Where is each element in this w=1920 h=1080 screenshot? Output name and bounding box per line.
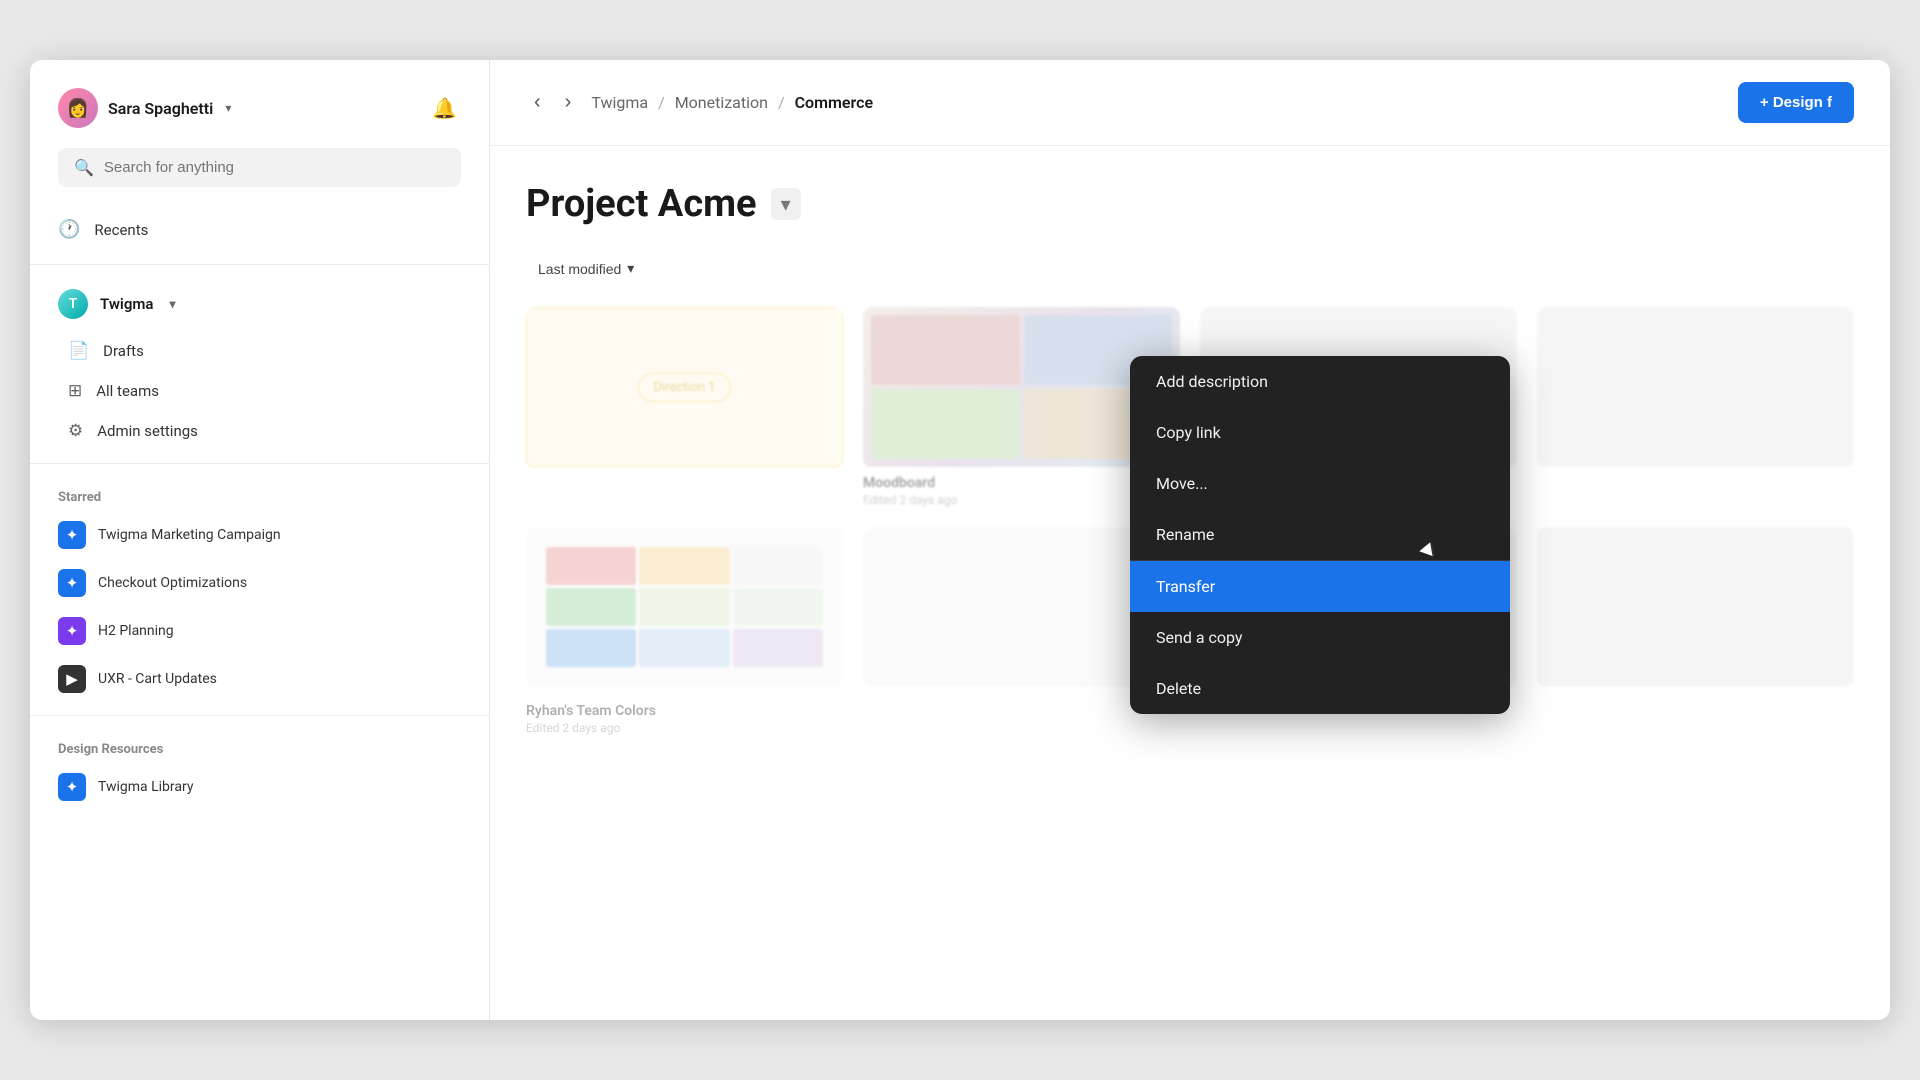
breadcrumb-sep-2: / [778, 93, 785, 112]
sidebar-item-all-teams[interactable]: ⊞ All teams [30, 371, 489, 411]
twigma-library-label: Twigma Library [98, 779, 194, 795]
project-title: Project Acme [526, 182, 757, 226]
recents-icon: 🕐 [58, 219, 80, 240]
menu-item-send-copy[interactable]: Send a copy [1130, 612, 1510, 663]
file-card-empty-2 [1537, 307, 1854, 507]
file-card-direction[interactable]: Direction 1 [526, 307, 843, 507]
chevron-down-icon: ▾ [225, 101, 231, 115]
h2-planning-label: H2 Planning [98, 623, 174, 639]
menu-item-delete[interactable]: Delete [1130, 663, 1510, 714]
workspace-chevron-icon: ▾ [169, 297, 175, 311]
twigma-library-icon: ✦ [58, 773, 86, 801]
h2-planning-icon: ✦ [58, 617, 86, 645]
menu-item-rename[interactable]: Rename [1130, 509, 1510, 560]
sidebar-header: 👩 Sara Spaghetti ▾ 🔔 [30, 60, 489, 148]
sidebar-item-recents[interactable]: 🕐 Recents [30, 207, 489, 252]
filter-row: Last modified ▾ [526, 254, 1854, 283]
topbar: ‹ › Twigma / Monetization / Commerce + D… [490, 60, 1890, 146]
menu-item-add-description[interactable]: Add description [1130, 356, 1510, 407]
admin-settings-label: Admin settings [97, 422, 198, 440]
uxr-cart-updates-icon: ▶ [58, 665, 86, 693]
project-title-row: Project Acme ▾ [526, 182, 1854, 226]
search-icon: 🔍 [74, 158, 94, 177]
workspace-name: Twigma [100, 295, 153, 313]
user-info[interactable]: 👩 Sara Spaghetti ▾ [58, 88, 231, 128]
drafts-label: Drafts [103, 342, 144, 360]
page-main: Project Acme ▾ Last modified ▾ Direction… [490, 146, 1890, 1020]
breadcrumb-twigma[interactable]: Twigma [591, 93, 648, 112]
workspace-item[interactable]: T Twigma ▾ [30, 277, 489, 331]
starred-item-uxr-cart-updates[interactable]: ▶ UXR - Cart Updates [30, 655, 489, 703]
all-teams-label: All teams [96, 382, 159, 400]
drafts-icon: 📄 [68, 341, 89, 361]
search-bar[interactable]: 🔍 [58, 148, 461, 187]
checkout-optimizations-icon: ✦ [58, 569, 86, 597]
divider-3 [30, 715, 489, 716]
add-design-label: + Design f [1760, 94, 1832, 111]
uxr-cart-updates-label: UXR - Cart Updates [98, 671, 217, 687]
sidebar: 👩 Sara Spaghetti ▾ 🔔 🔍 🕐 Recents T Twigm… [30, 60, 490, 1020]
filter-last-modified[interactable]: Last modified ▾ [526, 254, 646, 283]
add-design-button[interactable]: + Design f [1738, 82, 1854, 123]
notifications-button[interactable]: 🔔 [428, 92, 461, 125]
breadcrumb: Twigma / Monetization / Commerce [591, 93, 873, 112]
filter-label: Last modified [538, 261, 621, 277]
design-resources-section-label: Design Resources [30, 728, 489, 763]
file-thumb-bottom-4 [1537, 527, 1854, 687]
app-window: 👩 Sara Spaghetti ▾ 🔔 🔍 🕐 Recents T Twigm… [30, 60, 1890, 1020]
menu-item-transfer[interactable]: Transfer [1130, 561, 1510, 612]
topbar-left: ‹ › Twigma / Monetization / Commerce [526, 87, 873, 118]
sidebar-item-admin-settings[interactable]: ⚙ Admin settings [30, 411, 489, 451]
twigma-marketing-label: Twigma Marketing Campaign [98, 527, 281, 543]
starred-item-checkout-optimizations[interactable]: ✦ Checkout Optimizations [30, 559, 489, 607]
filter-chevron-icon: ▾ [627, 260, 634, 277]
project-menu-icon[interactable]: ▾ [771, 188, 801, 220]
starred-section-label: Starred [30, 476, 489, 511]
avatar: 👩 [58, 88, 98, 128]
main-content: ‹ › Twigma / Monetization / Commerce + D… [490, 60, 1890, 1020]
starred-item-h2-planning[interactable]: ✦ H2 Planning [30, 607, 489, 655]
sidebar-item-drafts[interactable]: 📄 Drafts [30, 331, 489, 371]
file-thumb-direction: Direction 1 [526, 307, 843, 467]
file-thumb-empty-2 [1537, 307, 1854, 467]
search-input[interactable] [104, 159, 445, 176]
thumb-cell-3 [871, 389, 1020, 459]
team-colors-time: Edited 2 days ago [526, 721, 843, 735]
user-name: Sara Spaghetti [108, 99, 213, 118]
file-card-team-colors-bottom[interactable] [526, 527, 843, 695]
all-teams-icon: ⊞ [68, 381, 82, 401]
nav-arrows: ‹ › [526, 87, 579, 118]
divider-2 [30, 463, 489, 464]
workspace-icon: T [58, 289, 88, 319]
back-button[interactable]: ‹ [526, 87, 549, 118]
file-card-bottom-4 [1537, 527, 1854, 695]
starred-item-twigma-marketing[interactable]: ✦ Twigma Marketing Campaign [30, 511, 489, 559]
starred-item-twigma-library[interactable]: ✦ Twigma Library [30, 763, 489, 811]
forward-button[interactable]: › [557, 87, 580, 118]
checkout-optimizations-label: Checkout Optimizations [98, 575, 247, 591]
menu-item-move[interactable]: Move... [1130, 458, 1510, 509]
breadcrumb-sep-1: / [658, 93, 665, 112]
twigma-marketing-icon: ✦ [58, 521, 86, 549]
file-thumb-team-colors-bottom [526, 527, 843, 687]
admin-settings-icon: ⚙ [68, 421, 83, 441]
breadcrumb-commerce[interactable]: Commerce [795, 93, 873, 112]
breadcrumb-monetization[interactable]: Monetization [675, 93, 768, 112]
team-colors-name: Ryhan's Team Colors [526, 703, 843, 719]
recents-label: Recents [94, 221, 148, 239]
divider-1 [30, 264, 489, 265]
context-menu: Add description Copy link Move... Rename… [1130, 356, 1510, 714]
menu-item-copy-link[interactable]: Copy link [1130, 407, 1510, 458]
thumb-cell-1 [871, 315, 1020, 385]
